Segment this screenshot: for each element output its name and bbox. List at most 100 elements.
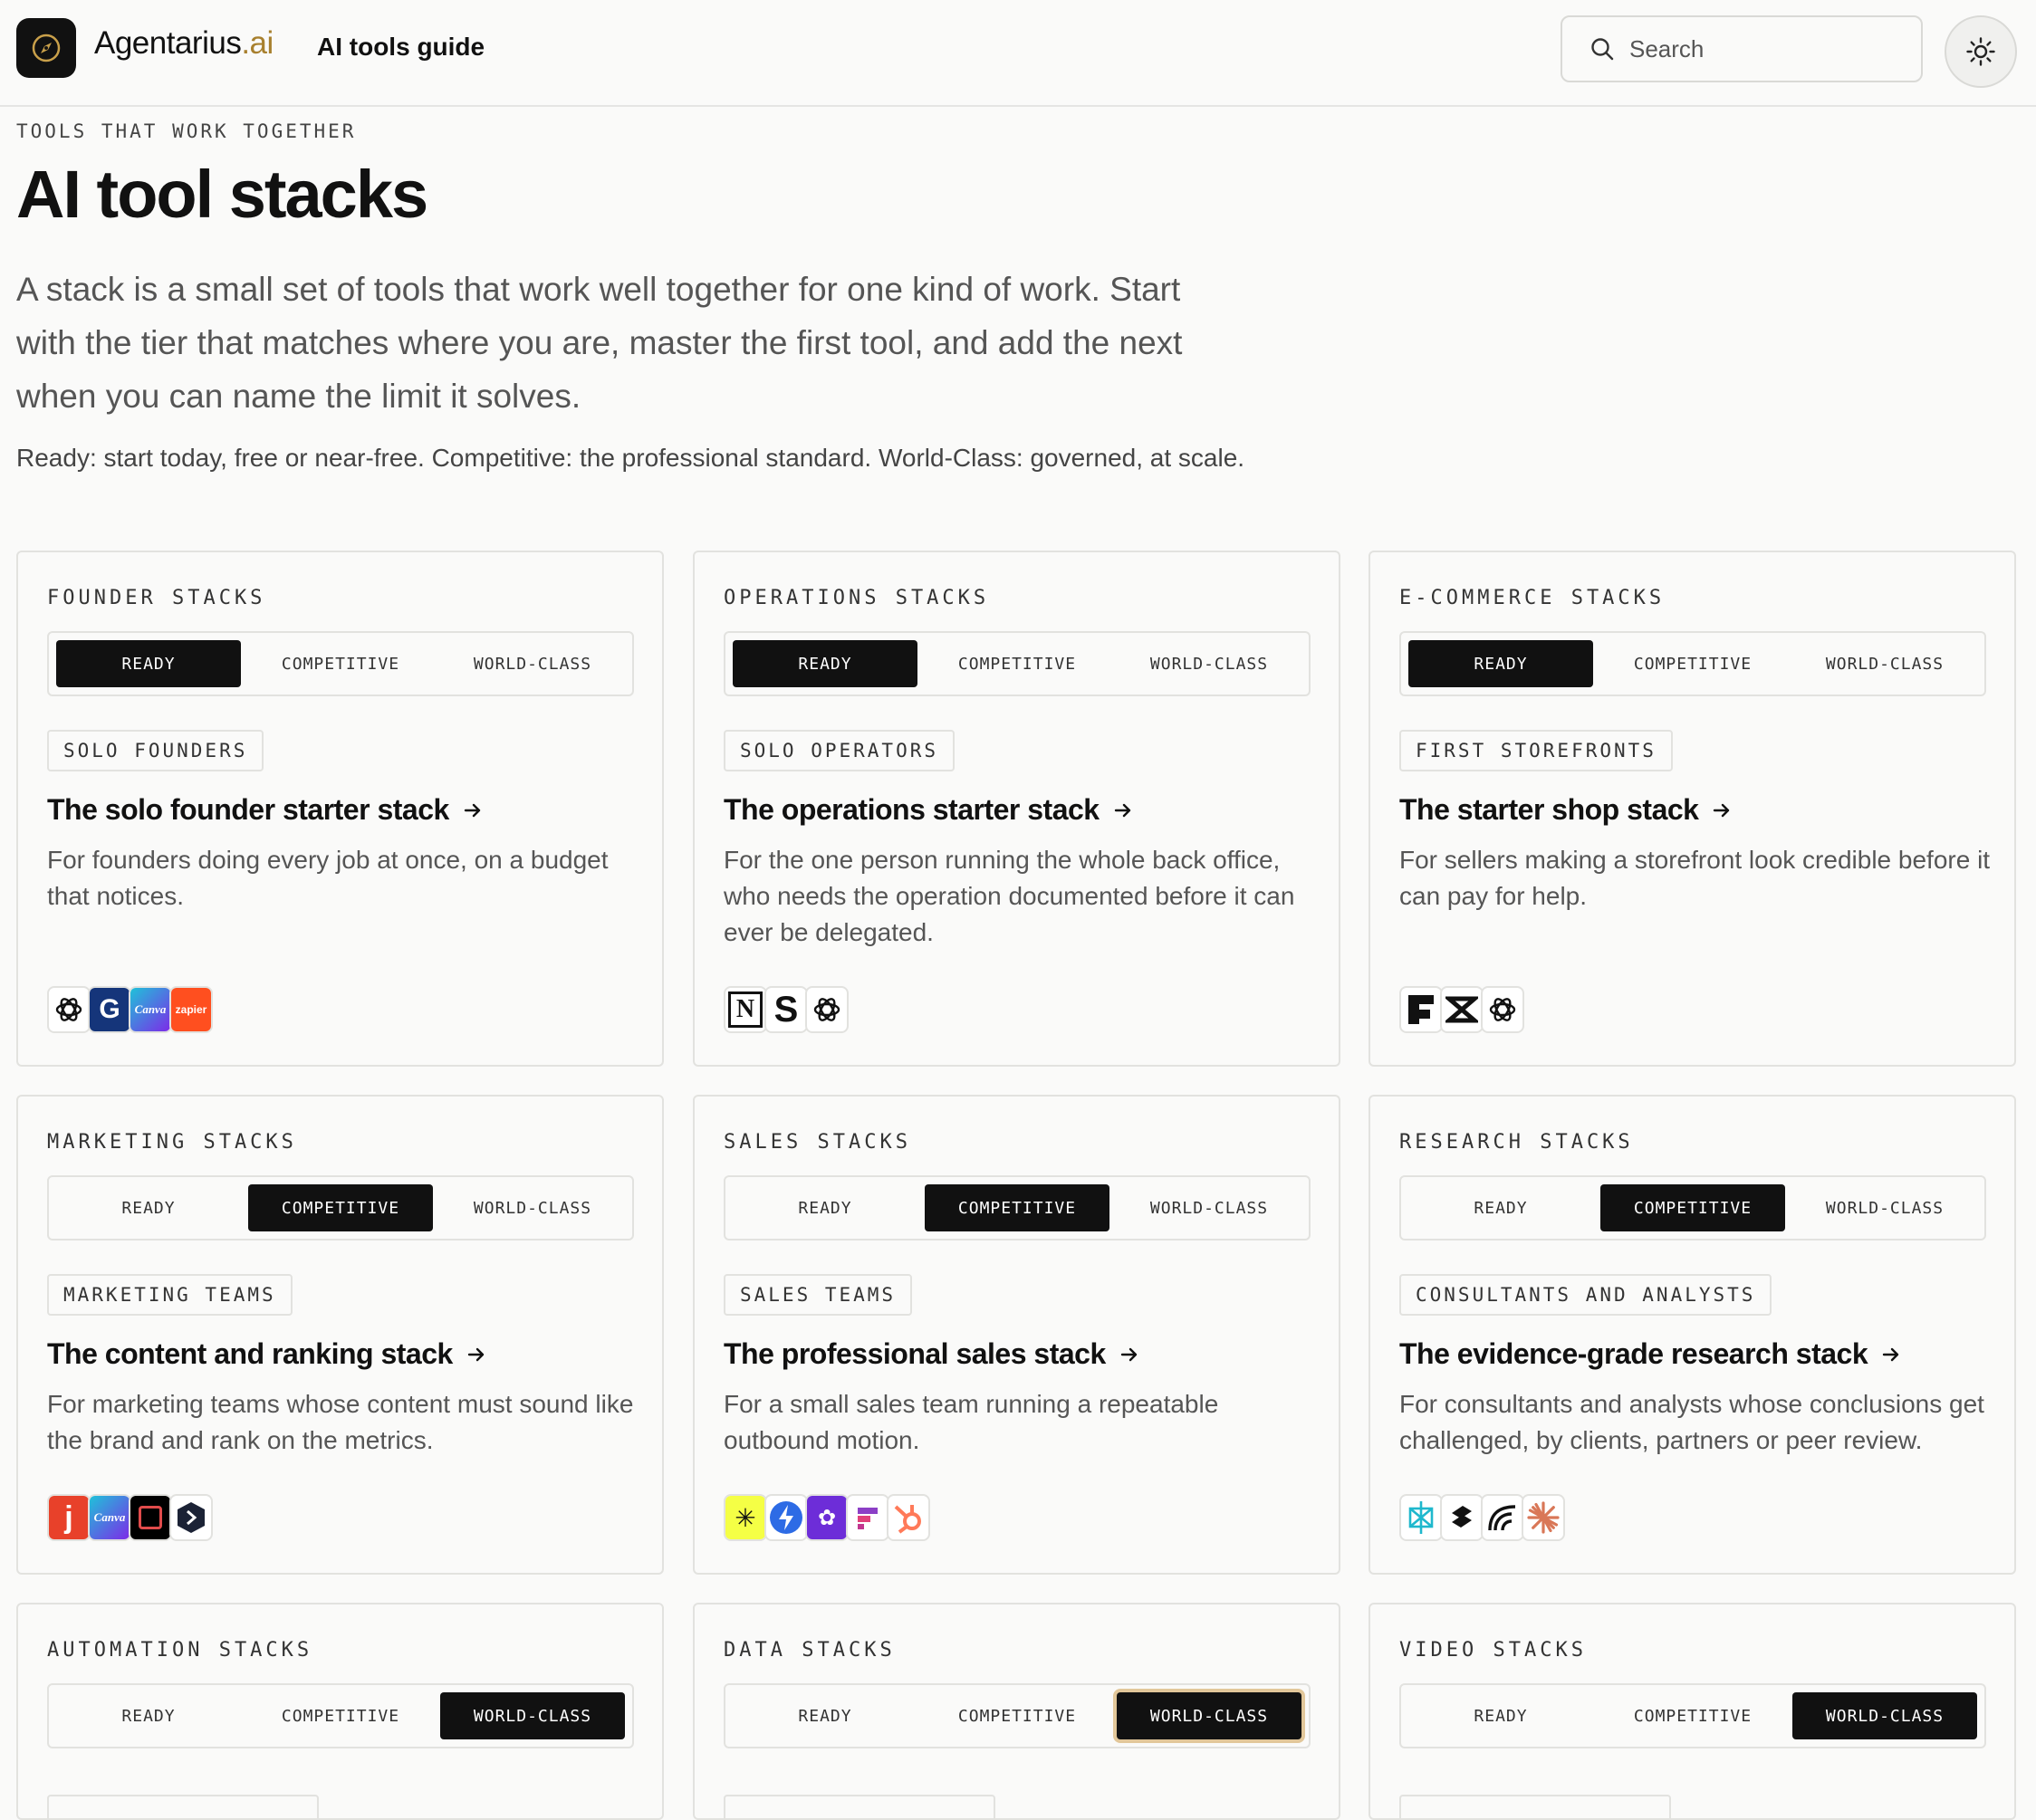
tier-tab-competitive[interactable]: COMPETITIVE	[925, 1692, 1109, 1739]
surfer-icon[interactable]	[169, 1494, 213, 1541]
logo[interactable]	[16, 18, 76, 78]
stack-title: The starter shop stack	[1399, 793, 1699, 826]
card-label: AUTOMATION STACKS	[47, 1639, 313, 1662]
stack-description: For a small sales team running a repeata…	[724, 1390, 1219, 1454]
tier-tab-competitive[interactable]: COMPETITIVE	[1600, 1184, 1785, 1231]
canva-icon[interactable]: Canva	[129, 986, 172, 1033]
lightning-icon[interactable]	[764, 1494, 808, 1541]
claude-icon[interactable]	[1522, 1494, 1565, 1541]
stack-card-sales-stacks: SALES STACKS READY COMPETITIVE WORLD-CLA…	[693, 1095, 1340, 1575]
tier-tab-world-class[interactable]: WORLD-CLASS	[440, 1184, 625, 1231]
tier-tab-world-class[interactable]: WORLD-CLASS	[1792, 1184, 1977, 1231]
page-title: AI tool stacks	[16, 157, 428, 232]
audience-tag: CONSULTANTS AND ANALYSTS	[1399, 1274, 1772, 1316]
tool-icons: G Canva zapier	[47, 986, 213, 1033]
jasper-icon[interactable]: j	[47, 1494, 91, 1541]
brand-name[interactable]: Agentarius.ai	[94, 25, 274, 62]
tool-icons: ✳ ✿	[724, 1494, 930, 1541]
tier-tab-competitive[interactable]: COMPETITIVE	[248, 640, 433, 687]
audience-tag: SOLO OPERATORS	[724, 730, 956, 771]
tier-switcher: READY COMPETITIVE WORLD-CLASS	[1399, 631, 1986, 696]
arrow-right-icon	[1120, 1347, 1137, 1361]
zapier-icon[interactable]: zapier	[169, 986, 213, 1033]
stack-card-video-stacks: VIDEO STACKS READY COMPETITIVE WORLD-CLA…	[1369, 1603, 2016, 1820]
tier-tab-ready[interactable]: READY	[56, 640, 241, 687]
apollo-icon[interactable]: ✳	[724, 1494, 767, 1541]
perplexity-icon[interactable]	[1399, 1494, 1443, 1541]
tier-tab-competitive[interactable]: COMPETITIVE	[248, 1692, 433, 1739]
consensus-icon[interactable]	[1481, 1494, 1524, 1541]
stack-title-link[interactable]: The operations starter stack	[724, 793, 1134, 827]
grammarly-icon[interactable]: G	[88, 986, 131, 1033]
tool-icons	[1399, 1494, 1565, 1541]
tier-tab-world-class[interactable]: WORLD-CLASS	[440, 640, 625, 687]
scribe-icon[interactable]: S	[764, 986, 808, 1033]
tier-tab-world-class[interactable]: WORLD-CLASS	[1117, 1184, 1301, 1231]
page-lede: A stack is a small set of tools that wor…	[16, 271, 1183, 415]
tier-tab-ready[interactable]: READY	[733, 640, 917, 687]
stack-title: The content and ranking stack	[47, 1337, 453, 1370]
audience-tag	[47, 1795, 319, 1818]
openai-icon[interactable]	[1481, 986, 1524, 1033]
stack-title: The operations starter stack	[724, 793, 1100, 826]
canva-icon[interactable]: Canva	[88, 1494, 131, 1541]
tier-tab-ready[interactable]: READY	[1408, 640, 1593, 687]
openai-icon[interactable]	[47, 986, 91, 1033]
audience-tag: SALES TEAMS	[724, 1274, 913, 1316]
tier-tab-competitive[interactable]: COMPETITIVE	[925, 1184, 1109, 1231]
descript-icon[interactable]	[129, 1494, 172, 1541]
gong-icon[interactable]	[846, 1494, 889, 1541]
search-input[interactable]: Search	[1561, 15, 1923, 82]
tier-tab-competitive[interactable]: COMPETITIVE	[925, 640, 1109, 687]
tier-tab-ready[interactable]: READY	[1408, 1184, 1593, 1231]
search-placeholder: Search	[1629, 34, 1705, 62]
tier-tab-world-class[interactable]: WORLD-CLASS	[1792, 1692, 1977, 1739]
stack-description: For marketing teams whose content must s…	[47, 1390, 634, 1454]
theme-toggle-button[interactable]	[1945, 15, 2017, 88]
notion-icon[interactable]: N	[724, 986, 767, 1033]
stack-title-link[interactable]: The content and ranking stack	[47, 1337, 487, 1371]
card-label: E-COMMERCE STACKS	[1399, 587, 1666, 609]
stack-title-link[interactable]: The starter shop stack	[1399, 793, 1733, 827]
brand-text: Agentarius	[94, 25, 242, 61]
arrow-right-icon	[1882, 1347, 1899, 1361]
tier-tab-world-class[interactable]: WORLD-CLASS	[440, 1692, 625, 1739]
nav-link-ai-tools-guide[interactable]: AI tools guide	[317, 33, 485, 62]
tier-switcher: READY COMPETITIVE WORLD-CLASS	[47, 1683, 634, 1748]
stack-title-link[interactable]: The evidence-grade research stack	[1399, 1337, 1902, 1371]
brand-tld: .ai	[241, 25, 274, 61]
stack-title-link[interactable]: The professional sales stack	[724, 1337, 1140, 1371]
audience-tag: SOLO FOUNDERS	[47, 730, 264, 771]
tier-tab-ready[interactable]: READY	[1408, 1692, 1593, 1739]
tool-icons	[1399, 986, 1524, 1033]
card-label: DATA STACKS	[724, 1639, 896, 1662]
card-label: SALES STACKS	[724, 1131, 911, 1154]
klaviyo-icon[interactable]	[1440, 986, 1484, 1033]
stack-description: For sellers making a storefront look cre…	[1399, 846, 1991, 910]
hubspot-icon[interactable]	[887, 1494, 930, 1541]
tier-tab-competitive[interactable]: COMPETITIVE	[1600, 1692, 1785, 1739]
framer-icon[interactable]	[1399, 986, 1443, 1033]
tier-tab-ready[interactable]: READY	[733, 1184, 917, 1231]
eyebrow-label: TOOLS THAT WORK TOGETHER	[16, 120, 357, 142]
lavender-icon[interactable]: ✿	[805, 1494, 849, 1541]
stack-card-e-commerce-stacks: E-COMMERCE STACKS READY COMPETITIVE WORL…	[1369, 551, 2016, 1067]
tier-tab-competitive[interactable]: COMPETITIVE	[1600, 640, 1785, 687]
arrow-right-icon	[464, 803, 480, 817]
tier-tab-ready[interactable]: READY	[733, 1692, 917, 1739]
tier-switcher: READY COMPETITIVE WORLD-CLASS	[1399, 1683, 1986, 1748]
tier-tab-world-class[interactable]: WORLD-CLASS	[1117, 640, 1301, 687]
card-label: OPERATIONS STACKS	[724, 587, 990, 609]
tier-tab-ready[interactable]: READY	[56, 1692, 241, 1739]
tier-tab-world-class[interactable]: WORLD-CLASS	[1792, 640, 1977, 687]
stack-title-link[interactable]: The solo founder starter stack	[47, 793, 484, 827]
card-label: FOUNDER STACKS	[47, 587, 266, 609]
tier-tab-competitive[interactable]: COMPETITIVE	[248, 1184, 433, 1231]
tier-tab-world-class[interactable]: WORLD-CLASS	[1117, 1692, 1301, 1739]
tier-tab-ready[interactable]: READY	[56, 1184, 241, 1231]
stack-description: For founders doing every job at once, on…	[47, 846, 609, 910]
tier-switcher: READY COMPETITIVE WORLD-CLASS	[47, 1175, 634, 1240]
arrow-right-icon	[1714, 803, 1730, 817]
openai-icon[interactable]	[805, 986, 849, 1033]
elicit-icon[interactable]	[1440, 1494, 1484, 1541]
